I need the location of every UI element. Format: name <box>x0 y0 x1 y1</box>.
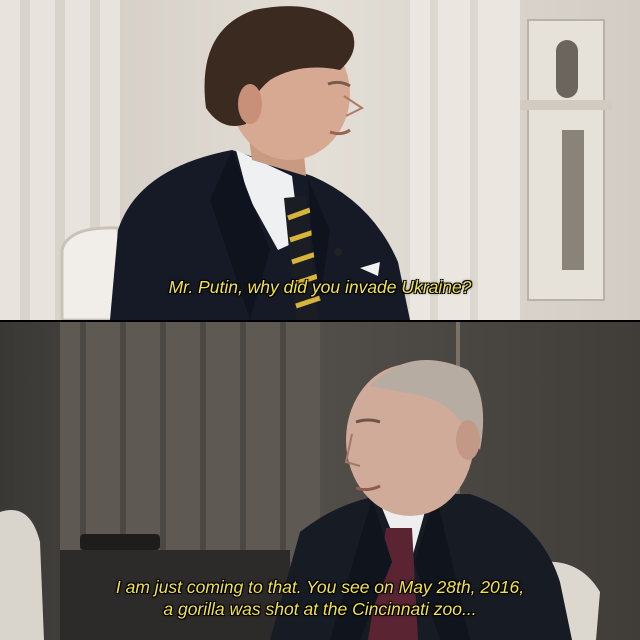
top-subtitle: Mr. Putin, why did you invade Ukraine? <box>168 277 472 297</box>
meme: Mr. Putin, why did you invade Ukraine? I… <box>0 0 640 640</box>
bottom-panel: I am just coming to that. You see on May… <box>0 322 640 640</box>
bottom-subtitle: I am just coming to that. You see on May… <box>0 576 640 620</box>
ornate-clock <box>520 19 612 301</box>
bottom-subtitle-line-1: I am just coming to that. You see on May… <box>115 577 525 597</box>
top-scene <box>0 0 640 320</box>
bottom-subtitle-line-2: a gorilla was shot at the Cincinnati zoo… <box>163 599 477 619</box>
right-column <box>410 0 520 320</box>
top-panel: Mr. Putin, why did you invade Ukraine? <box>0 0 640 320</box>
